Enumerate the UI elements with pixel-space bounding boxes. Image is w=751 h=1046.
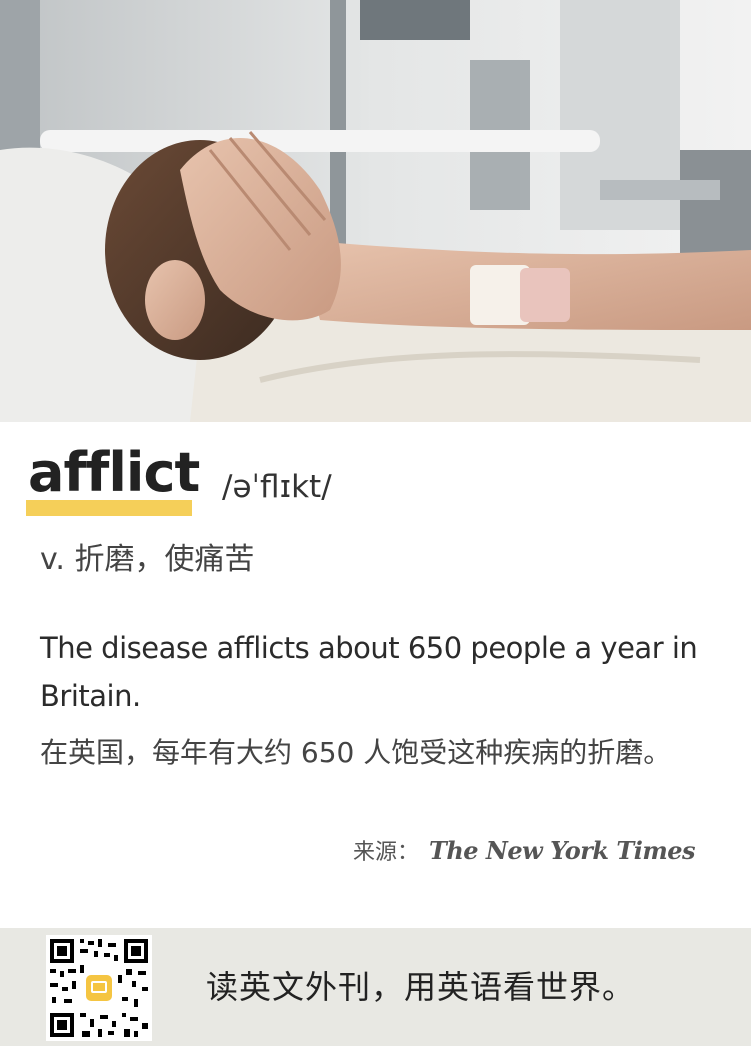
source-label: 来源：: [352, 840, 419, 865]
headword: afflict: [28, 441, 200, 504]
example-sentence-chinese: 在英国，每年有大约 650 人饱受这种疾病的折磨。: [40, 736, 672, 769]
qr-code-icon: [46, 935, 152, 1041]
qr-code[interactable]: [46, 935, 152, 1041]
source-publication: The New York Times: [429, 835, 696, 865]
patient-in-hospital-bed-image: [0, 0, 751, 422]
definition: v. 折磨，使痛苦: [40, 542, 255, 577]
phonetic-transcription: /əˈflɪkt/: [222, 469, 332, 505]
source-attribution: 来源： The New York Times: [352, 834, 696, 866]
hero-photo: [0, 0, 751, 422]
example-sentence-english: The disease afflicts about 650 people a …: [40, 631, 698, 713]
footer-slogan: 读英文外刊，用英语看世界。: [206, 968, 636, 1006]
